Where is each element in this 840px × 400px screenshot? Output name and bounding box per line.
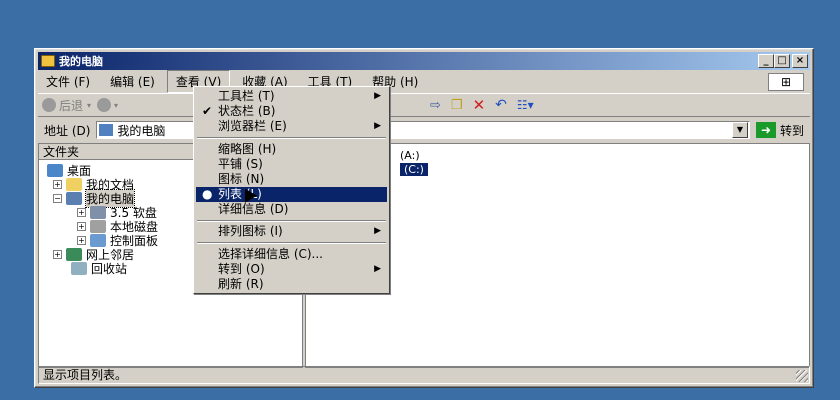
close-button[interactable]: × xyxy=(792,54,808,68)
menu-item-tiles[interactable]: 平铺 (S) xyxy=(196,157,387,172)
menu-separator xyxy=(197,137,386,139)
submenu-arrow-icon: ▶ xyxy=(374,264,381,274)
address-label: 地址 (D) xyxy=(44,123,91,138)
menu-item-choose-details[interactable]: 选择详细信息 (C)... xyxy=(196,247,387,262)
submenu-arrow-icon: ▶ xyxy=(374,121,381,131)
menu-item-arrange-icons[interactable]: 排列图标 (I) ▶ xyxy=(196,224,387,239)
menu-item-list[interactable]: ● 列表 (L) xyxy=(196,187,387,202)
forward-arrow-icon xyxy=(97,98,112,112)
back-button[interactable]: 后退 ▾ xyxy=(42,97,91,114)
copy-to-icon[interactable]: ❐ xyxy=(451,98,463,113)
forward-button[interactable]: ▾ xyxy=(97,98,118,112)
menu-separator xyxy=(197,242,386,244)
check-icon: ✔ xyxy=(202,104,213,118)
minimize-button[interactable]: _ xyxy=(758,54,774,68)
address-dropdown-button[interactable]: ▼ xyxy=(731,122,748,138)
back-label: 后退 xyxy=(59,98,84,113)
menu-separator xyxy=(197,220,386,222)
radio-bullet-icon: ● xyxy=(202,187,213,201)
list-item[interactable]: (C:) xyxy=(400,163,428,176)
menu-item-explorer-bar[interactable]: 浏览器栏 (E) ▶ xyxy=(196,119,387,134)
windows-logo-icon: ⊞ xyxy=(768,73,804,91)
recycle-bin-icon xyxy=(71,262,87,275)
address-value: 我的电脑 xyxy=(117,123,166,138)
menu-item-toolbars[interactable]: 工具栏 (T) ▶ xyxy=(196,89,387,104)
menu-edit[interactable]: 编辑 (E) xyxy=(102,71,163,92)
views-icon[interactable]: ☷▾ xyxy=(517,98,534,112)
go-arrow-icon: ➜ xyxy=(755,122,776,138)
computer-icon xyxy=(99,124,114,136)
window-title: 我的电脑 xyxy=(59,55,103,68)
status-bar: 显示项目列表。 xyxy=(38,366,810,384)
title-bar[interactable]: 我的电脑 _ □ × xyxy=(38,52,810,70)
move-to-icon[interactable]: ⇨ xyxy=(430,98,441,113)
toolbar: 后退 ▾ ▾ ⇨ ❐ ✕ ↶ ☷▾ xyxy=(38,93,810,117)
folder-icon xyxy=(41,55,55,67)
go-label: 转到 xyxy=(779,123,804,138)
list-item[interactable]: (A:) xyxy=(400,149,420,162)
view-menu-dropdown: 工具栏 (T) ▶ ✔ 状态栏 (B) 浏览器栏 (E) ▶ 缩略图 (H) 平铺 (… xyxy=(193,86,390,294)
explorer-window: 我的电脑 _ □ × 文件 (F) 编辑 (E) 查看 (V) 收藏 (A) 工… xyxy=(34,48,814,388)
submenu-arrow-icon: ▶ xyxy=(374,226,381,236)
menu-file[interactable]: 文件 (F) xyxy=(38,71,98,92)
menu-item-details[interactable]: 详细信息 (D) xyxy=(196,202,387,217)
menu-item-status-bar[interactable]: ✔ 状态栏 (B) xyxy=(196,104,387,119)
go-button[interactable]: ➜ 转到 xyxy=(755,122,804,139)
undo-icon[interactable]: ↶ xyxy=(495,97,507,113)
delete-icon[interactable]: ✕ xyxy=(473,96,486,114)
menu-item-refresh[interactable]: 刷新 (R) xyxy=(196,277,387,292)
menu-bar: 文件 (F) 编辑 (E) 查看 (V) 收藏 (A) 工具 (T) 帮助 (H… xyxy=(38,69,810,93)
tree-item-recycle-bin[interactable]: 回收站 xyxy=(71,260,127,277)
address-bar: 地址 (D) 我的电脑 ▼ ➜ 转到 xyxy=(38,119,810,141)
resize-grip[interactable] xyxy=(796,370,808,382)
back-arrow-icon xyxy=(42,98,56,112)
menu-item-go-to[interactable]: 转到 (O) ▶ xyxy=(196,262,387,277)
menu-item-icons[interactable]: 图标 (N) xyxy=(196,172,387,187)
maximize-button[interactable]: □ xyxy=(774,54,790,68)
menu-item-thumbnails[interactable]: 缩略图 (H) xyxy=(196,142,387,157)
submenu-arrow-icon: ▶ xyxy=(374,91,381,101)
